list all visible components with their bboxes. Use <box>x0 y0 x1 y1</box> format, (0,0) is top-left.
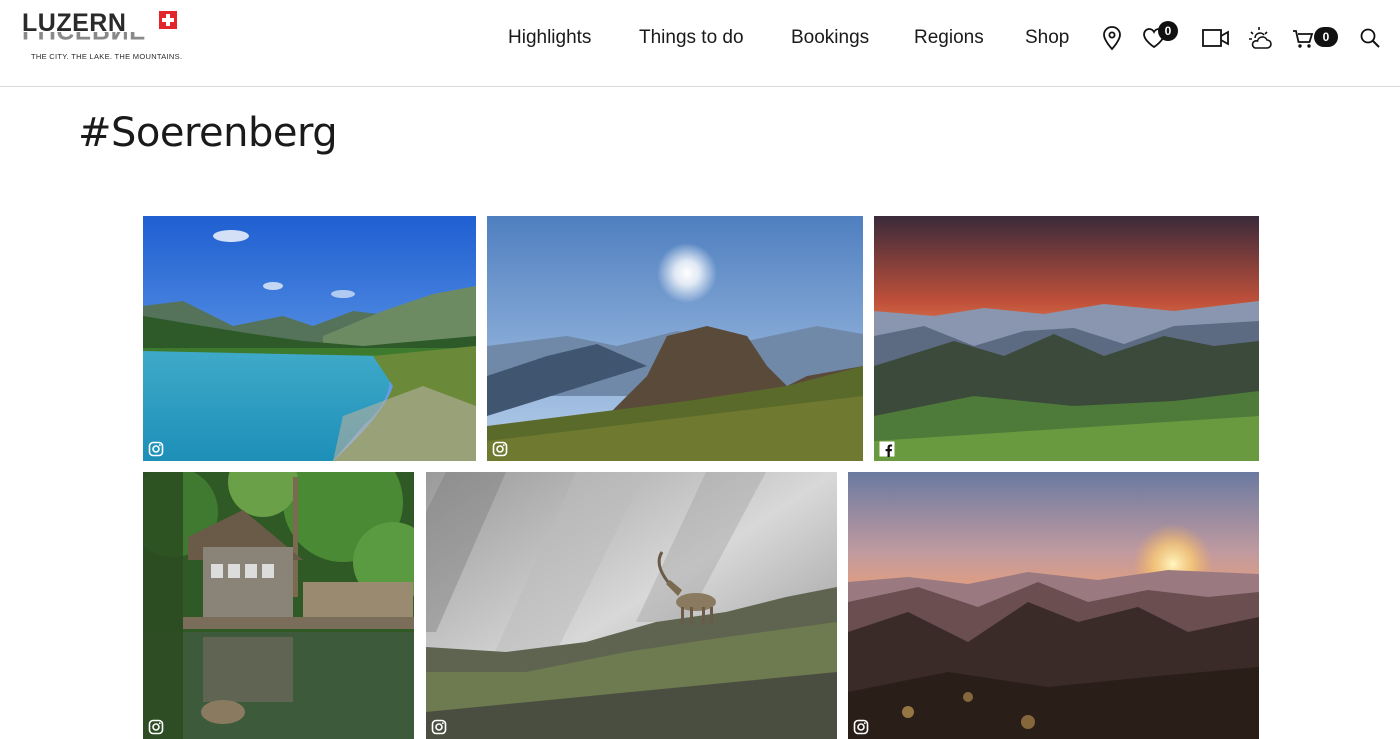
gallery-photo-sunset-valley[interactable] <box>848 472 1259 739</box>
site-header: LUZERN LUCERNE THE CITY. THE LAKE. THE M… <box>0 0 1400 87</box>
nav-item-things-to-do[interactable]: Things to do <box>639 26 744 50</box>
nav-item-highlights[interactable]: Highlights <box>508 26 591 50</box>
nav-item-regions[interactable]: Regions <box>914 26 984 50</box>
search-icon[interactable] <box>1356 24 1384 52</box>
photo-image <box>487 216 863 461</box>
instagram-icon <box>148 441 164 457</box>
gallery-photo-alpine-lake[interactable] <box>143 216 476 461</box>
page-title: #Soerenberg <box>78 110 338 156</box>
instagram-icon <box>148 719 164 735</box>
logo-tagline: THE CITY. THE LAKE. THE MOUNTAINS. <box>31 52 183 61</box>
photo-image <box>426 472 837 739</box>
nav-item-bookings[interactable]: Bookings <box>791 26 869 50</box>
photo-image <box>143 216 476 461</box>
gallery-photo-sun-peak[interactable] <box>487 216 863 461</box>
gallery-photo-cabin-pond[interactable] <box>143 472 414 739</box>
photo-image <box>143 472 414 739</box>
video-icon[interactable] <box>1201 24 1231 52</box>
instagram-icon <box>431 719 447 735</box>
facebook-icon <box>879 441 895 457</box>
nav-item-shop[interactable]: Shop <box>1025 26 1069 50</box>
map-pin-icon[interactable] <box>1098 24 1126 52</box>
main-nav: Highlights Things to do Bookings Regions… <box>0 26 1400 50</box>
gallery-photo-sunset-mountains[interactable] <box>874 216 1259 461</box>
wishlist-count-badge: 0 <box>1158 21 1178 41</box>
photo-image <box>874 216 1259 461</box>
cart-count-badge: 0 <box>1314 27 1338 47</box>
gallery-photo-ibex[interactable] <box>426 472 837 739</box>
photo-image <box>848 472 1259 739</box>
weather-icon[interactable] <box>1246 24 1274 52</box>
instagram-icon <box>853 719 869 735</box>
instagram-icon <box>492 441 508 457</box>
